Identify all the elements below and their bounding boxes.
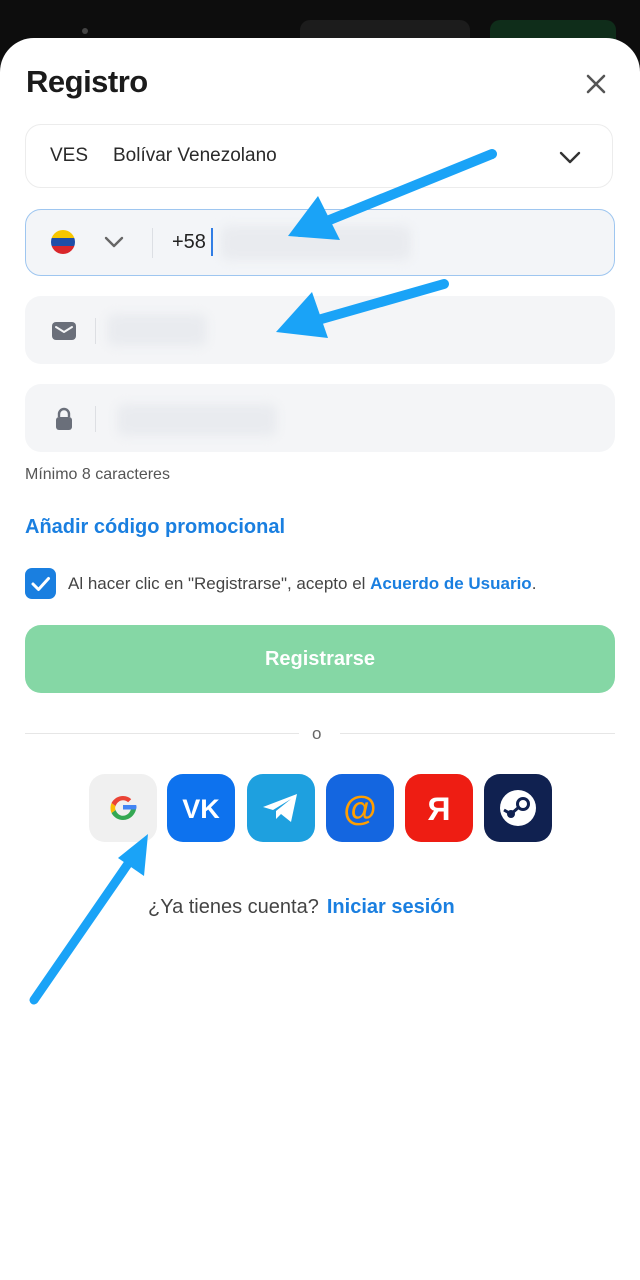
annotation-arrows <box>29 149 497 1005</box>
arrow-pointing-phone <box>288 149 497 240</box>
arrow-pointing-email <box>276 279 449 338</box>
arrow-pointing-google <box>29 834 148 1005</box>
